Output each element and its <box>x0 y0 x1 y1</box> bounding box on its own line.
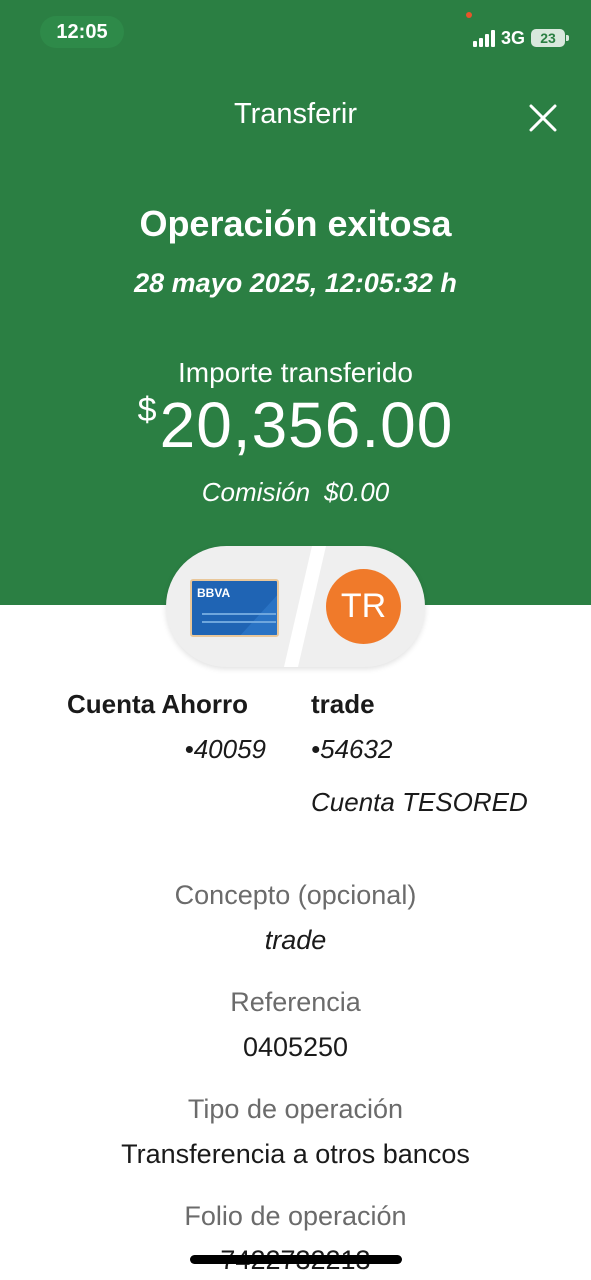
reference-value: 0405250 <box>242 1032 349 1062</box>
currency-symbol: $ <box>137 391 158 429</box>
commission-value: $0.00 <box>324 477 390 507</box>
card-pattern <box>202 595 277 635</box>
battery-icon: 23 <box>531 29 569 47</box>
origin-account-name: Cuenta Ahorro <box>67 689 249 719</box>
commission-line: Comisión $0.00 <box>0 477 591 508</box>
concept-value: trade <box>264 925 327 955</box>
network-type: 3G <box>500 27 525 48</box>
amount-label: Importe transferido <box>178 357 413 388</box>
destination-avatar[interactable]: TR <box>326 569 401 644</box>
concept-label: Concepto (opcional) <box>174 880 417 910</box>
origin-account-number: •40059 <box>184 734 266 764</box>
status-time: 12:05 <box>40 16 124 48</box>
destination-account-type: Cuenta TESORED <box>311 787 528 817</box>
transferred-amount: $20,356.00 <box>0 388 591 462</box>
folio-label: Folio de operación <box>184 1201 407 1231</box>
amount-value: 20,356.00 <box>159 389 454 461</box>
operation-date: 28 mayo 2025, 12:05:32 h <box>134 268 457 298</box>
destination-account-name: trade <box>311 689 375 719</box>
reference-label: Referencia <box>230 987 361 1017</box>
signal-icon <box>472 29 495 47</box>
screen-title: Transferir <box>234 98 357 130</box>
operation-status-title: Operación exitosa <box>139 203 452 244</box>
close-icon <box>529 104 557 132</box>
origin-card[interactable]: BBVA <box>190 579 279 637</box>
operation-type-label: Tipo de operación <box>187 1094 404 1124</box>
commission-label: Comisión <box>201 477 311 507</box>
header-background <box>0 0 591 605</box>
accounts-pill: BBVA TR <box>166 546 425 667</box>
home-indicator[interactable] <box>190 1255 402 1264</box>
destination-account-number: •54632 <box>311 734 393 764</box>
privacy-indicator-dot <box>466 12 472 18</box>
close-button[interactable] <box>524 99 562 137</box>
operation-type-value: Transferencia a otros bancos <box>121 1139 470 1169</box>
status-indicators: 3G 23 <box>472 24 569 52</box>
